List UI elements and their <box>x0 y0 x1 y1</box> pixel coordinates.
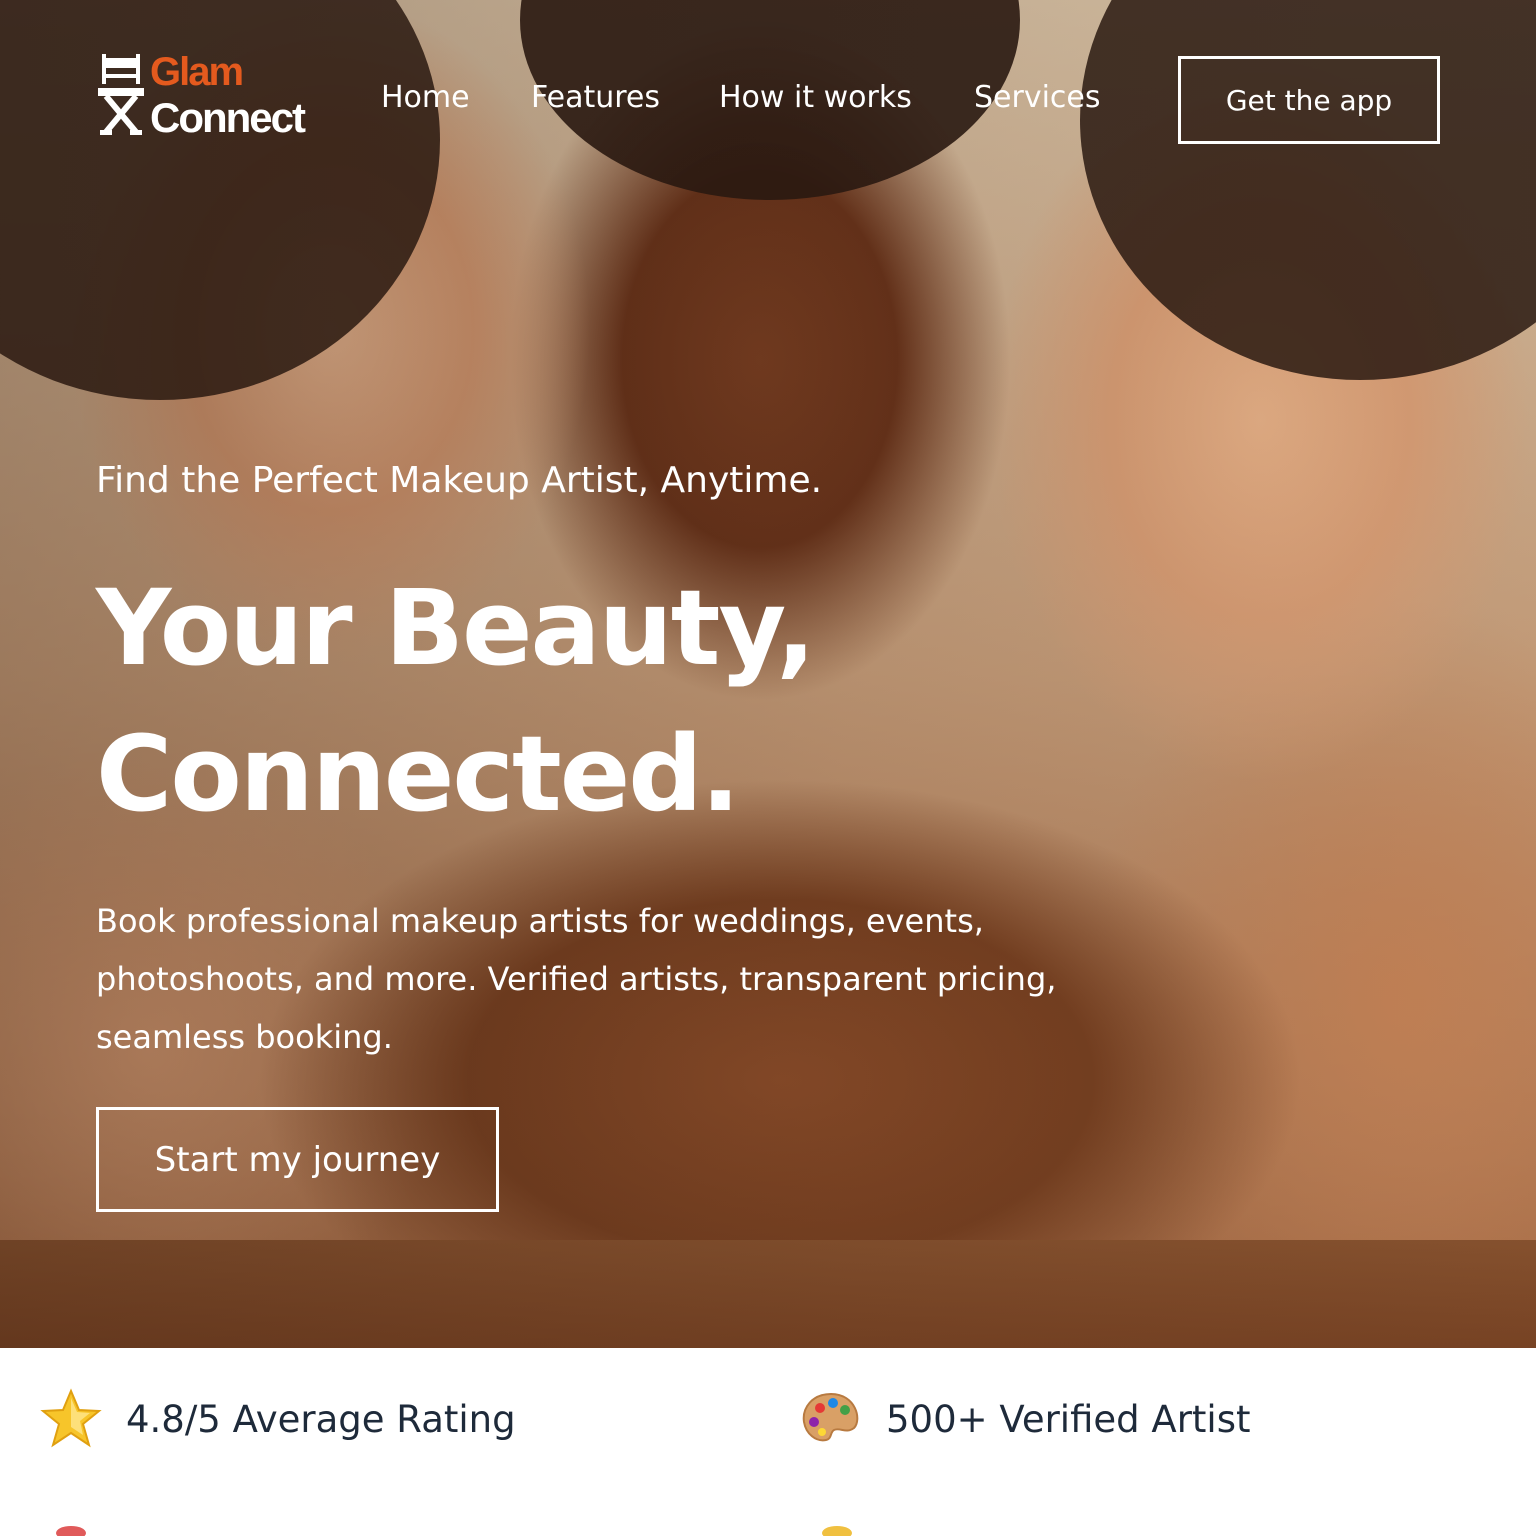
directors-chair-icon <box>98 54 144 135</box>
hero-description: Book professional makeup artists for wed… <box>96 902 1057 1056</box>
stat-label: 500+ Verified Artist <box>886 1397 1251 1441</box>
stat-label: 4.8/5 Average Rating <box>126 1397 516 1441</box>
lipstick-icon <box>56 1526 86 1536</box>
brand-name-glam: Glam <box>150 50 244 94</box>
get-the-app-button[interactable]: Get the app <box>1178 56 1440 144</box>
nav-item-how-it-works[interactable]: How it works <box>719 80 912 115</box>
nav-item-features[interactable]: Features <box>531 80 660 115</box>
sparkle-icon <box>822 1526 852 1536</box>
stats-bar: 4.8/5 Average Rating 500+ Verified Artis… <box>0 1348 1536 1536</box>
stat-average-rating: 4.8/5 Average Rating <box>40 1388 516 1450</box>
start-my-journey-button[interactable]: Start my journey <box>96 1107 499 1212</box>
brand-name-connect: Connect <box>150 94 306 141</box>
stat-verified-artists: 500+ Verified Artist <box>800 1388 1251 1450</box>
nav-item-services[interactable]: Services <box>974 80 1101 115</box>
brand-logo[interactable]: Glam Connect <box>96 50 306 141</box>
hero-headline-line1: Your Beauty, <box>96 567 816 689</box>
hero-tagline: Find the Perfect Makeup Artist, Anytime. <box>96 460 823 501</box>
hero-headline: Your Beauty, Connected. <box>96 555 816 847</box>
artist-palette-icon <box>802 1392 859 1442</box>
star-icon <box>40 1388 102 1448</box>
hero-headline-line2: Connected. <box>96 713 740 835</box>
nav-item-home[interactable]: Home <box>381 80 470 115</box>
hero-section: Glam Connect Home Features How it works … <box>0 0 1536 1348</box>
